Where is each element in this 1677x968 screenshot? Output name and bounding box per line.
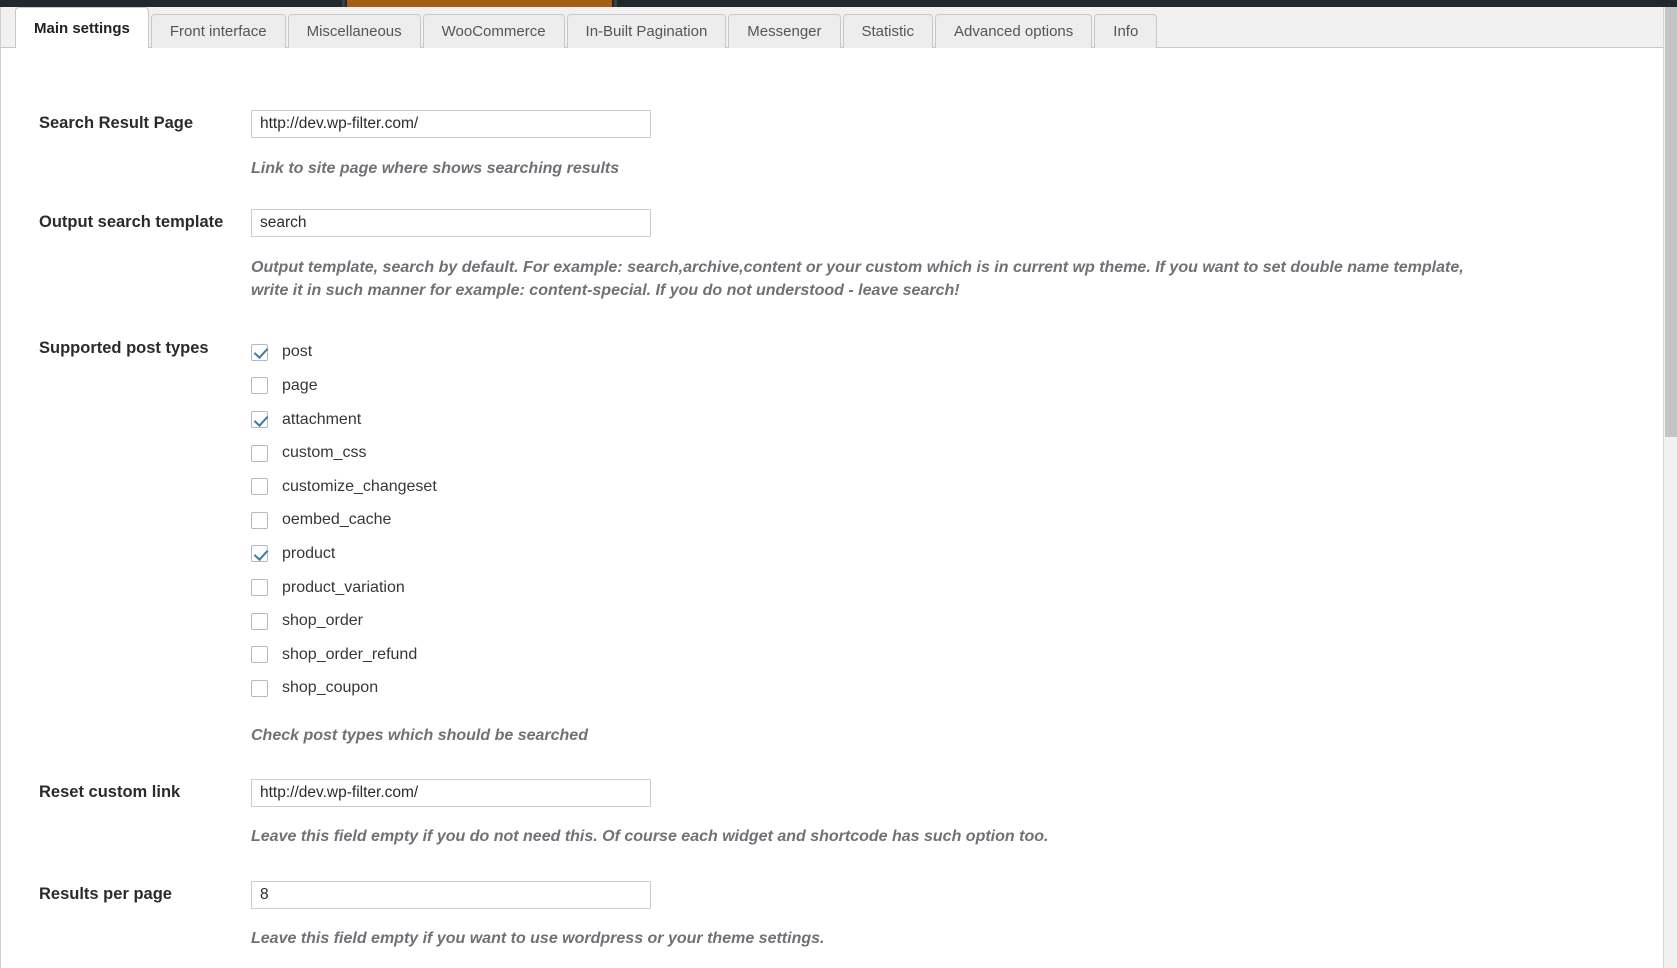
field-row-search-result-page: Search Result Page Link to site page whe…: [1, 110, 1649, 180]
tab-label: Main settings: [34, 19, 130, 37]
checkbox-row-oembed-cache[interactable]: oembed_cache: [251, 504, 1649, 538]
checkbox-row-page[interactable]: page: [251, 369, 1649, 403]
checkbox-icon-product-variation[interactable]: [251, 579, 268, 597]
checkbox-icon-product[interactable]: [251, 545, 268, 563]
checkbox-label-attachment: attachment: [282, 410, 362, 428]
checkbox-icon-attachment[interactable]: [251, 411, 268, 429]
checkbox-label-shop-coupon: shop_coupon: [282, 679, 379, 697]
tab-main-settings[interactable]: Main settings: [15, 7, 149, 49]
tab-advanced-options[interactable]: Advanced options: [935, 14, 1093, 48]
tab-label: Messenger: [747, 23, 822, 40]
tab-info[interactable]: Info: [1094, 14, 1158, 48]
tab-label: Front interface: [169, 23, 267, 40]
page-scrollbar[interactable]: [1663, 7, 1677, 968]
field-control-output-search-template: Output template, search by default. For …: [251, 209, 1649, 302]
admin-bar-accent: [342, 0, 617, 7]
field-description-search-result-page: Link to site page where shows searching …: [251, 160, 620, 177]
checkbox-icon-post[interactable]: [251, 343, 268, 361]
checkbox-row-custom-css[interactable]: custom_css: [251, 436, 1649, 470]
field-control-supported-post-types: post page attachment custom_css customiz…: [251, 336, 1649, 748]
scrollbar-thumb[interactable]: [1665, 7, 1677, 437]
checkbox-icon-page[interactable]: [251, 377, 268, 395]
tab-statistic[interactable]: Statistic: [842, 14, 934, 48]
checkbox-row-product-variation[interactable]: product_variation: [251, 571, 1649, 605]
checkbox-row-product[interactable]: product: [251, 537, 1649, 571]
field-label-output-search-template: Output search template: [39, 213, 224, 232]
field-control-reset-custom-link: Leave this field empty if you do not nee…: [251, 779, 1649, 848]
checkbox-row-shop-coupon[interactable]: shop_coupon: [251, 672, 1649, 706]
checkbox-icon-shop-order[interactable]: [251, 612, 268, 630]
settings-screen: Main settings Front interface Miscellane…: [0, 0, 1677, 968]
post-type-checkbox-list: post page attachment custom_css customiz…: [251, 336, 1649, 706]
checkbox-label-page: page: [282, 376, 318, 394]
tab-label: Info: [1113, 23, 1139, 40]
field-row-supported-post-types: Supported post types post page attachmen…: [1, 336, 1649, 748]
wp-admin-bar: [0, 0, 1677, 7]
checkbox-icon-oembed-cache[interactable]: [251, 511, 268, 529]
checkbox-row-shop-order[interactable]: shop_order: [251, 604, 1649, 638]
checkbox-icon-customize-changeset[interactable]: [251, 478, 268, 496]
field-label-results-per-page: Results per page: [39, 885, 172, 904]
checkbox-label-post: post: [282, 343, 313, 361]
tab-list: Main settings Front interface Miscellane…: [15, 7, 1159, 49]
checkbox-label-custom-css: custom_css: [282, 444, 367, 462]
field-row-results-per-page: Results per page Leave this field empty …: [1, 881, 1649, 950]
settings-page: Main settings Front interface Miscellane…: [0, 7, 1664, 968]
checkbox-icon-shop-order-refund[interactable]: [251, 646, 268, 664]
checkbox-row-attachment[interactable]: attachment: [251, 403, 1649, 437]
field-row-output-search-template: Output search template Output template, …: [1, 209, 1649, 302]
results-per-page-input[interactable]: [251, 881, 651, 910]
field-row-reset-custom-link: Reset custom link Leave this field empty…: [1, 779, 1649, 848]
tab-front-interface[interactable]: Front interface: [150, 14, 286, 48]
checkbox-label-shop-order: shop_order: [282, 612, 363, 630]
tab-miscellaneous[interactable]: Miscellaneous: [287, 14, 421, 48]
tab-label: Statistic: [861, 23, 915, 40]
tab-label: In-Built Pagination: [585, 23, 708, 40]
tab-label: Advanced options: [954, 23, 1074, 40]
checkbox-icon-shop-coupon[interactable]: [251, 679, 268, 697]
field-label-search-result-page: Search Result Page: [39, 114, 194, 132]
checkbox-label-product-variation: product_variation: [282, 578, 405, 596]
field-label-supported-post-types: Supported post types: [39, 338, 209, 357]
search-result-page-input[interactable]: [251, 110, 651, 138]
tab-label: Miscellaneous: [306, 23, 402, 40]
field-description-output-search-template: Output template, search by default. For …: [251, 259, 1464, 300]
checkbox-row-customize-changeset[interactable]: customize_changeset: [251, 470, 1649, 504]
checkbox-label-oembed-cache: oembed_cache: [282, 511, 392, 529]
tab-woocommerce[interactable]: WooCommerce: [422, 14, 565, 48]
settings-form: Search Result Page Link to site page whe…: [1, 48, 1649, 968]
checkbox-label-customize-changeset: customize_changeset: [282, 477, 437, 495]
field-control-search-result-page: Link to site page where shows searching …: [251, 110, 1649, 180]
checkbox-label-product: product: [282, 544, 336, 562]
tab-messenger[interactable]: Messenger: [728, 14, 841, 48]
tab-bar: Main settings Front interface Miscellane…: [1, 7, 1664, 49]
reset-custom-link-input[interactable]: [251, 779, 651, 808]
checkbox-label-shop-order-refund: shop_order_refund: [282, 645, 418, 663]
field-description-supported-post-types: Check post types which should be searche…: [251, 727, 588, 745]
tab-in-built-pagination[interactable]: In-Built Pagination: [566, 14, 727, 48]
tab-label: WooCommerce: [441, 23, 546, 40]
field-control-results-per-page: Leave this field empty if you want to us…: [251, 881, 1649, 950]
output-search-template-input[interactable]: [251, 209, 651, 238]
field-description-reset-custom-link: Leave this field empty if you do not nee…: [251, 828, 1049, 846]
checkbox-row-shop-order-refund[interactable]: shop_order_refund: [251, 638, 1649, 672]
checkbox-icon-custom-css[interactable]: [251, 444, 268, 462]
field-description-results-per-page: Leave this field empty if you want to us…: [251, 930, 825, 948]
checkbox-row-post[interactable]: post: [251, 336, 1649, 370]
field-label-reset-custom-link: Reset custom link: [39, 783, 181, 802]
